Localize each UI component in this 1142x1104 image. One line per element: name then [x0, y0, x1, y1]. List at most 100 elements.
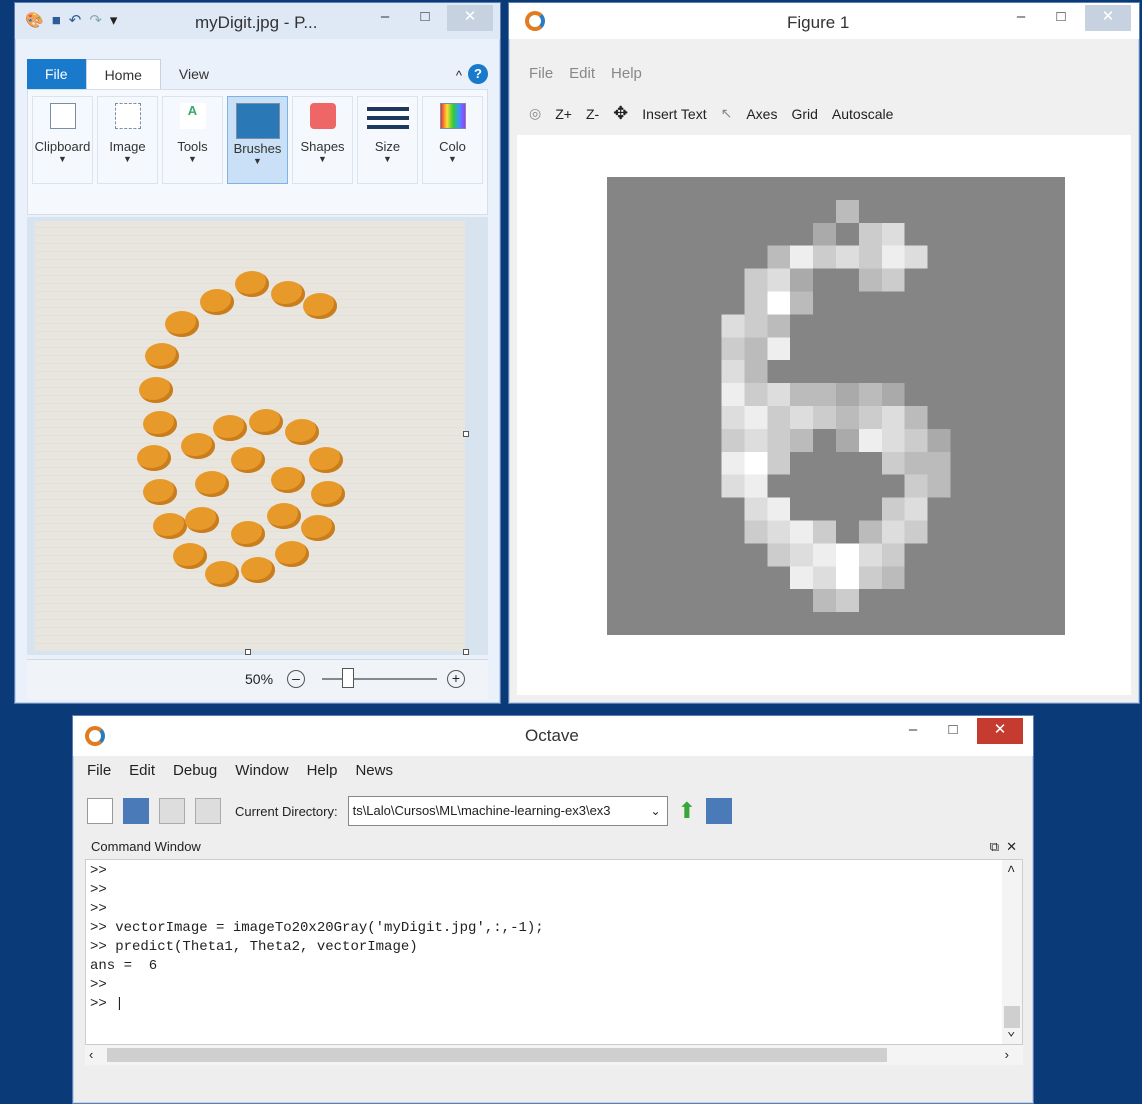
pixel-cell: [721, 451, 745, 475]
resize-handle[interactable]: [463, 431, 469, 437]
clipboard-group[interactable]: Clipboard ▼: [32, 96, 93, 184]
paint-titlebar[interactable]: 🎨 ■ ↶ ↷ ▾ myDigit.jpg - P... – □ ✕: [15, 3, 500, 39]
brush-icon: [235, 103, 280, 139]
customize-qat-icon[interactable]: ▾: [110, 11, 118, 29]
vertical-scrollbar[interactable]: ^ ⌄: [1002, 860, 1022, 1044]
pixel-cell: [836, 383, 859, 406]
cracker: [271, 281, 305, 307]
axes-tool[interactable]: Axes: [746, 106, 777, 122]
new-script-icon[interactable]: [87, 798, 113, 824]
minimize-button[interactable]: –: [1001, 5, 1041, 31]
select-pointer-icon[interactable]: ↖: [721, 105, 733, 122]
autoscale-tool[interactable]: Autoscale: [832, 106, 893, 122]
scroll-up-icon[interactable]: ^: [1007, 864, 1015, 880]
copy-icon[interactable]: [159, 798, 185, 824]
open-folder-icon[interactable]: [123, 798, 149, 824]
zoom-in-tool[interactable]: Z+: [555, 106, 572, 122]
close-button[interactable]: ✕: [1085, 5, 1131, 31]
octave-titlebar[interactable]: Octave – □ ✕: [73, 716, 1033, 756]
cracker: [303, 293, 337, 319]
brushes-group[interactable]: Brushes ▼: [227, 96, 288, 184]
pixel-cell: [744, 451, 768, 475]
pixel-cell: [721, 428, 745, 452]
menu-window[interactable]: Window: [235, 762, 288, 779]
browse-folder-icon[interactable]: [706, 798, 733, 824]
menu-edit[interactable]: Edit: [569, 65, 595, 82]
figure-plot-area[interactable]: [517, 135, 1131, 695]
menu-help[interactable]: Help: [611, 65, 642, 82]
maximize-button[interactable]: □: [1041, 5, 1081, 31]
pixel-cell: [721, 314, 745, 338]
zoom-slider-track[interactable]: [322, 678, 437, 680]
parent-directory-icon[interactable]: ⬆: [678, 798, 696, 824]
digit-photo[interactable]: [35, 221, 465, 651]
save-icon[interactable]: ■: [52, 12, 61, 29]
zoom-out-tool[interactable]: Z-: [586, 106, 599, 122]
current-directory-select[interactable]: ts\Lalo\Cursos\ML\machine-learning-ex3\e…: [347, 796, 668, 826]
horizontal-scroll-thumb[interactable]: [107, 1048, 887, 1062]
tab-view[interactable]: View: [161, 59, 227, 89]
collapse-ribbon-icon[interactable]: ^: [450, 62, 468, 89]
maximize-button[interactable]: □: [933, 718, 973, 744]
figure-titlebar[interactable]: Figure 1 – □ ✕: [509, 3, 1139, 39]
resize-handle[interactable]: [463, 649, 469, 655]
pixel-cell: [767, 497, 791, 521]
menu-news[interactable]: News: [355, 762, 393, 779]
minimize-button[interactable]: –: [893, 718, 933, 744]
close-button[interactable]: ✕: [977, 718, 1023, 744]
colors-group[interactable]: Colo ▼: [422, 96, 483, 184]
menu-edit[interactable]: Edit: [129, 762, 155, 779]
grid-tool[interactable]: Grid: [791, 106, 817, 122]
scroll-left-icon[interactable]: ‹: [89, 1047, 93, 1062]
paint-app-icon[interactable]: 🎨: [25, 11, 44, 29]
zoom-in-button[interactable]: +: [447, 670, 465, 688]
command-window-header: Command Window ⧉ ✕: [85, 836, 1023, 858]
minimize-button[interactable]: –: [365, 5, 405, 31]
cracker: [137, 445, 171, 471]
pixel-cell: [744, 428, 768, 452]
pixel-cell: [881, 566, 905, 590]
zoom-slider-thumb[interactable]: [342, 668, 354, 688]
menu-file[interactable]: File: [87, 762, 111, 779]
undock-icon[interactable]: ⧉: [990, 836, 999, 858]
insert-text-tool[interactable]: Insert Text: [642, 106, 706, 122]
paste-icon[interactable]: [195, 798, 221, 824]
zoom-out-button[interactable]: –: [287, 670, 305, 688]
horizontal-scrollbar[interactable]: ‹ ›: [85, 1045, 1023, 1065]
menu-file[interactable]: File: [529, 65, 553, 82]
help-icon[interactable]: ?: [468, 64, 488, 84]
menu-debug[interactable]: Debug: [173, 762, 217, 779]
pan-icon[interactable]: ✥: [613, 103, 628, 124]
command-window[interactable]: >> >> >> >> vectorImage = imageTo20x20Gr…: [85, 859, 1023, 1045]
cracker: [231, 447, 265, 473]
command-prompt[interactable]: >> |: [90, 995, 1018, 1014]
close-button[interactable]: ✕: [447, 5, 493, 31]
size-group[interactable]: Size ▼: [357, 96, 418, 184]
scroll-down-icon[interactable]: ⌄: [1007, 1023, 1015, 1040]
pixel-cell: [858, 406, 882, 429]
paint-canvas-area[interactable]: [27, 217, 488, 655]
pixel-cell: [858, 520, 882, 544]
pixel-cell: [881, 497, 905, 521]
cracker: [143, 411, 177, 437]
menu-help[interactable]: Help: [307, 762, 338, 779]
resize-handle[interactable]: [245, 649, 251, 655]
tab-file[interactable]: File: [27, 59, 86, 89]
close-pane-icon[interactable]: ✕: [1006, 836, 1017, 858]
maximize-button[interactable]: □: [405, 5, 445, 31]
redo-icon[interactable]: ↷: [89, 11, 102, 29]
pixel-cell: [767, 337, 791, 361]
rotate-icon[interactable]: ◎: [529, 105, 541, 122]
tools-group[interactable]: A Tools ▼: [162, 96, 223, 184]
figure-toolbar: ◎ Z+ Z- ✥ Insert Text ↖ Axes Grid Autosc…: [529, 103, 893, 124]
undo-icon[interactable]: ↶: [69, 11, 82, 29]
shapes-group[interactable]: Shapes ▼: [292, 96, 353, 184]
image-group[interactable]: Image ▼: [97, 96, 158, 184]
current-directory-value: ts\Lalo\Cursos\ML\machine-learning-ex3\e…: [352, 803, 611, 818]
figure-window: Figure 1 – □ ✕ File Edit Help ◎ Z+ Z- ✥ …: [508, 2, 1140, 704]
command-window-title: Command Window: [91, 839, 201, 854]
tab-home[interactable]: Home: [85, 59, 161, 89]
quick-access-toolbar: 🎨 ■ ↶ ↷ ▾: [25, 11, 118, 30]
scroll-right-icon[interactable]: ›: [1005, 1047, 1009, 1062]
pixel-cell: [744, 520, 768, 544]
